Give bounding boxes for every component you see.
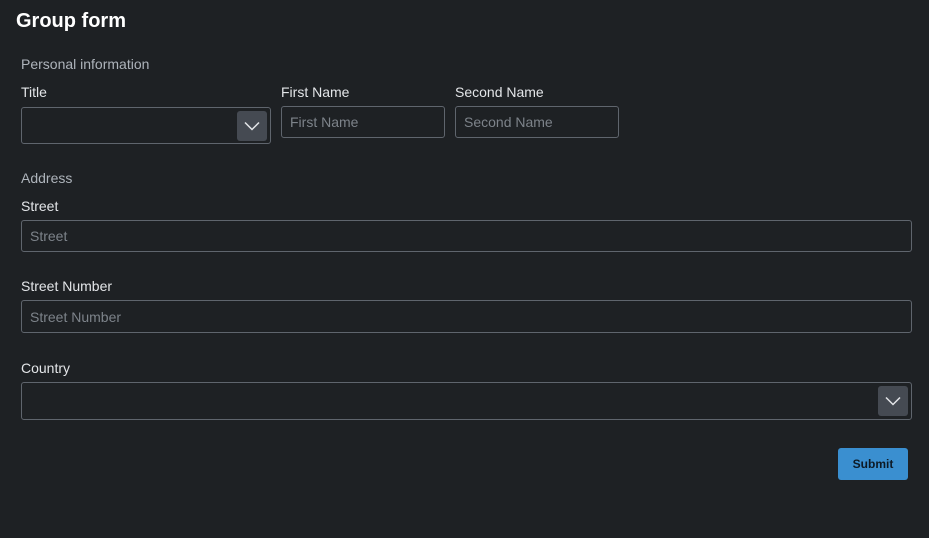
country-select[interactable] [21, 382, 912, 420]
second-name-label: Second Name [455, 84, 544, 100]
street-input[interactable] [21, 220, 912, 252]
country-label: Country [21, 360, 71, 376]
country-dropdown-button[interactable] [878, 386, 908, 416]
group-form-page: Group form Personal information Title Fi… [0, 0, 929, 538]
chevron-down-icon [885, 396, 901, 406]
first-name-input[interactable] [281, 106, 445, 138]
address-label: Address [21, 170, 73, 186]
page-title: Group form [16, 10, 126, 32]
first-name-label: First Name [281, 84, 350, 100]
second-name-input[interactable] [455, 106, 619, 138]
title-select[interactable] [21, 107, 271, 144]
street-label: Street [21, 198, 59, 214]
submit-button[interactable]: Submit [838, 448, 908, 480]
street-number-input[interactable] [21, 300, 912, 333]
street-number-label: Street Number [21, 278, 113, 294]
title-label: Title [21, 84, 47, 100]
chevron-down-icon [244, 121, 260, 131]
title-dropdown-button[interactable] [237, 111, 267, 141]
personal-information-label: Personal information [21, 56, 150, 72]
